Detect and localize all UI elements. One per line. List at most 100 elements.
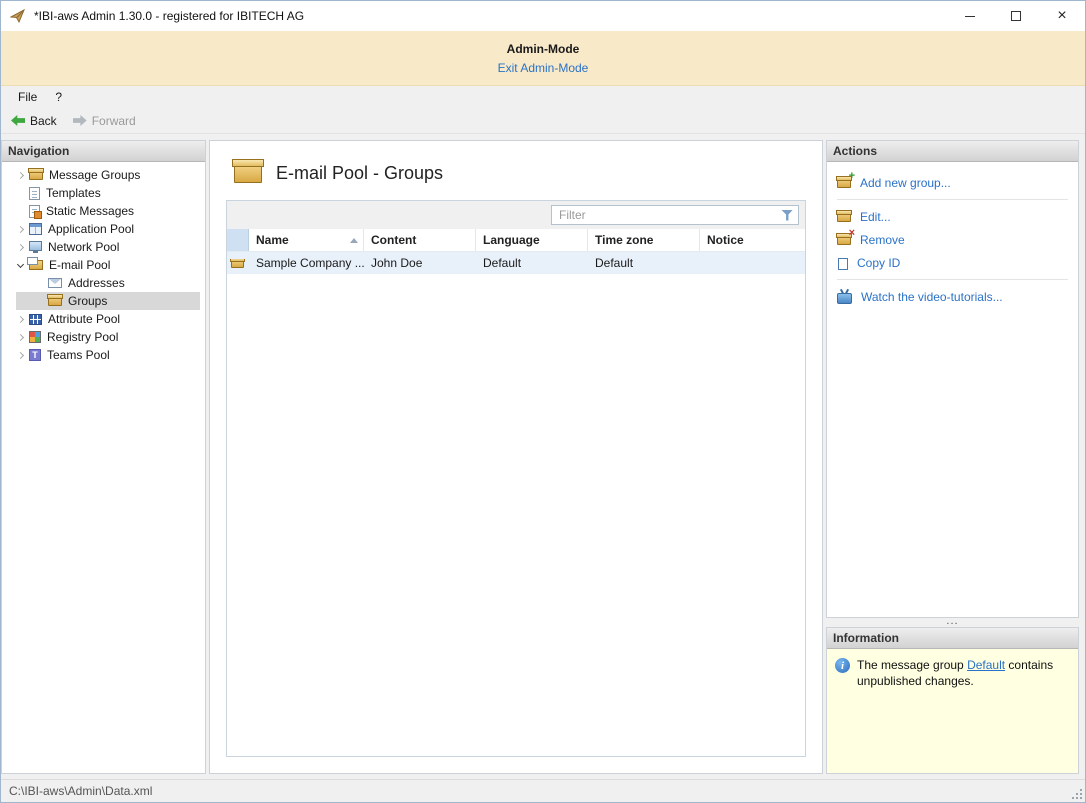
back-label: Back xyxy=(30,113,57,128)
table-empty-area xyxy=(227,274,805,756)
video-tutorials-link[interactable]: Watch the video-tutorials... xyxy=(837,285,1068,308)
tv-icon xyxy=(837,293,852,304)
content-area: Navigation Message Groups Templates Stat… xyxy=(1,134,1085,779)
filter-funnel-icon[interactable] xyxy=(781,209,793,221)
nav-item-groups[interactable]: Groups xyxy=(16,292,200,310)
nav-item-attribute-pool[interactable]: Attribute Pool xyxy=(2,310,205,328)
nav-item-static-messages[interactable]: Static Messages xyxy=(2,202,205,220)
nav-item-label: Registry Pool xyxy=(47,330,119,344)
column-header-language[interactable]: Language xyxy=(476,229,588,251)
cell-language: Default xyxy=(483,256,522,270)
sort-ascending-icon xyxy=(350,238,358,243)
email-pool-icon xyxy=(27,257,43,270)
action-label: Copy ID xyxy=(857,255,901,270)
back-arrow-icon xyxy=(11,115,25,126)
status-bar: C:\IBI-aws\Admin\Data.xml xyxy=(1,779,1085,802)
nav-item-label: Teams Pool xyxy=(47,348,110,362)
row-icon-cell xyxy=(227,258,249,268)
filter-bar xyxy=(227,201,805,229)
nav-item-addresses[interactable]: Addresses xyxy=(16,274,200,292)
nav-item-network-pool[interactable]: Network Pool xyxy=(2,238,205,256)
column-header-content[interactable]: Content xyxy=(364,229,476,251)
maximize-icon xyxy=(1011,11,1021,21)
expand-chevron[interactable] xyxy=(12,243,29,251)
groups-list-view: Name Content Language Time zone Notice xyxy=(226,200,806,757)
expand-chevron[interactable] xyxy=(12,351,29,359)
menu-bar: File ? xyxy=(1,86,1085,108)
copy-id-link[interactable]: Copy ID xyxy=(837,251,1068,274)
forward-button[interactable]: Forward xyxy=(72,114,136,128)
cell-timezone: Default xyxy=(595,256,634,270)
maximize-button[interactable] xyxy=(993,1,1039,31)
column-header-timezone[interactable]: Time zone xyxy=(588,229,700,251)
nav-item-label: Groups xyxy=(68,294,108,308)
nav-item-label: Message Groups xyxy=(49,168,141,182)
main-panel: E-mail Pool - Groups Name Co xyxy=(209,140,823,774)
info-text-before: The message group xyxy=(857,658,968,672)
registry-pool-icon xyxy=(29,331,41,343)
groups-title-icon xyxy=(232,159,264,183)
nav-item-label: Attribute Pool xyxy=(48,312,121,326)
actions-panel: Actions Add new group... Edit... Remove xyxy=(826,140,1079,618)
close-icon: × xyxy=(1057,7,1067,24)
minimize-icon xyxy=(965,15,975,17)
actions-header: Actions xyxy=(827,141,1078,162)
nav-item-registry-pool[interactable]: Registry Pool xyxy=(2,328,205,346)
resize-grip-icon[interactable] xyxy=(1070,787,1082,799)
menu-file[interactable]: File xyxy=(9,88,46,106)
close-button[interactable]: × xyxy=(1039,1,1085,31)
column-header-icon[interactable] xyxy=(227,229,249,251)
message-groups-icon xyxy=(28,168,44,180)
teams-pool-icon xyxy=(29,349,41,361)
templates-icon xyxy=(29,186,40,200)
expand-chevron[interactable] xyxy=(12,333,29,341)
remove-icon xyxy=(836,227,855,245)
back-button[interactable]: Back xyxy=(11,114,57,128)
nav-item-templates[interactable]: Templates xyxy=(2,184,205,202)
table-row[interactable]: Sample Company ... John Doe Default Defa… xyxy=(227,252,805,274)
static-messages-icon xyxy=(29,204,42,219)
information-message: The message group Default contains unpub… xyxy=(857,658,1065,690)
filter-input[interactable] xyxy=(552,208,781,222)
default-group-link[interactable]: Default xyxy=(967,658,1005,672)
info-icon xyxy=(835,658,850,673)
nav-item-teams-pool[interactable]: Teams Pool xyxy=(2,346,205,364)
actions-separator xyxy=(837,279,1068,280)
addresses-envelope-icon xyxy=(48,278,62,288)
nav-item-label: Network Pool xyxy=(48,240,120,254)
information-panel: Information The message group Default co… xyxy=(826,627,1079,774)
app-window: *IBI-aws Admin 1.30.0 - registered for I… xyxy=(0,0,1086,803)
nav-item-application-pool[interactable]: Application Pool xyxy=(2,220,205,238)
edit-link[interactable]: Edit... xyxy=(836,205,1068,228)
navigation-panel: Navigation Message Groups Templates Stat… xyxy=(1,140,206,774)
navigation-tree: Message Groups Templates Static Messages… xyxy=(2,162,205,364)
column-label: Content xyxy=(371,233,417,247)
app-icon xyxy=(10,8,26,24)
cell-content: John Doe xyxy=(371,256,423,270)
remove-link[interactable]: Remove xyxy=(836,227,1068,251)
column-header-notice[interactable]: Notice xyxy=(700,229,805,251)
nav-item-message-groups[interactable]: Message Groups xyxy=(2,166,205,184)
application-pool-icon xyxy=(29,223,42,235)
column-header-name[interactable]: Name xyxy=(249,229,364,251)
nav-item-email-pool[interactable]: E-mail Pool xyxy=(2,256,205,274)
column-label: Name xyxy=(256,233,289,247)
actions-list: Add new group... Edit... Remove Copy ID xyxy=(827,162,1078,317)
edit-icon xyxy=(836,209,852,222)
add-new-group-link[interactable]: Add new group... xyxy=(836,170,1068,194)
panel-splitter[interactable]: ... xyxy=(826,616,1079,627)
table-header: Name Content Language Time zone Notice xyxy=(227,229,805,252)
nav-item-label: E-mail Pool xyxy=(49,258,111,272)
expand-chevron[interactable] xyxy=(12,171,29,179)
information-header: Information xyxy=(827,628,1078,649)
expand-chevron[interactable] xyxy=(12,225,29,233)
add-group-icon xyxy=(836,170,855,188)
admin-mode-title: Admin-Mode xyxy=(506,41,580,56)
menu-help[interactable]: ? xyxy=(46,88,71,106)
minimize-button[interactable] xyxy=(947,1,993,31)
forward-arrow-icon xyxy=(72,115,87,126)
exit-admin-mode-link[interactable]: Exit Admin-Mode xyxy=(498,61,589,75)
action-label: Remove xyxy=(860,232,905,247)
navigation-header: Navigation xyxy=(2,141,205,162)
expand-chevron[interactable] xyxy=(12,315,29,323)
